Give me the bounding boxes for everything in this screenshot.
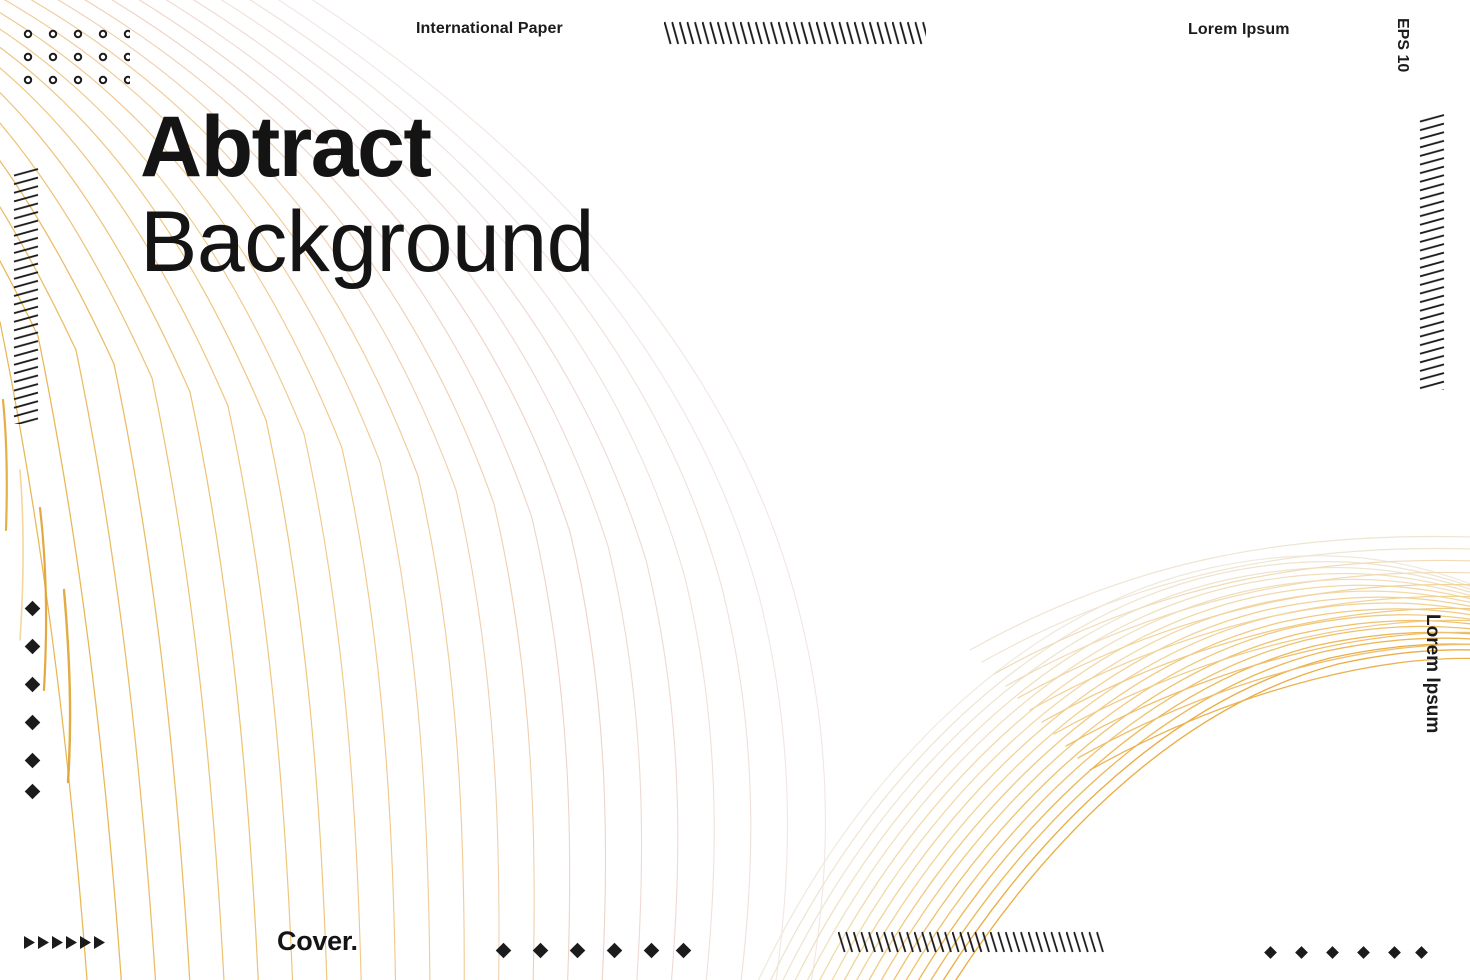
page-title-line-2: Background — [140, 193, 594, 290]
hatch-bar-top — [664, 18, 926, 52]
label-cover: Cover. — [277, 926, 358, 956]
hatch-bar-bottom — [838, 928, 1104, 960]
curve-bundle-wave — [757, 535, 1470, 980]
label-international-paper: International Paper — [416, 20, 563, 37]
page-title-line-1: Abtract — [140, 99, 432, 195]
label-lorem-ipsum-top: Lorem Ipsum — [1188, 21, 1290, 38]
page-title: Abtract Background — [140, 99, 594, 293]
triangle-row-bottom-left — [24, 936, 105, 949]
hatch-bar-right — [1414, 114, 1454, 390]
hatch-bar-left — [8, 168, 48, 424]
dot-grid — [23, 29, 130, 85]
label-eps-version: EPS 10 — [1394, 18, 1411, 73]
label-lorem-ipsum-right: Lorem Ipsum — [1422, 614, 1443, 734]
diamond-row-bottom-right — [1264, 946, 1428, 959]
poster-canvas: International Paper Lorem Ipsum EPS 10 L… — [0, 0, 1470, 980]
diamond-row-bottom-center — [495, 942, 692, 959]
diamond-column-left — [24, 600, 41, 800]
